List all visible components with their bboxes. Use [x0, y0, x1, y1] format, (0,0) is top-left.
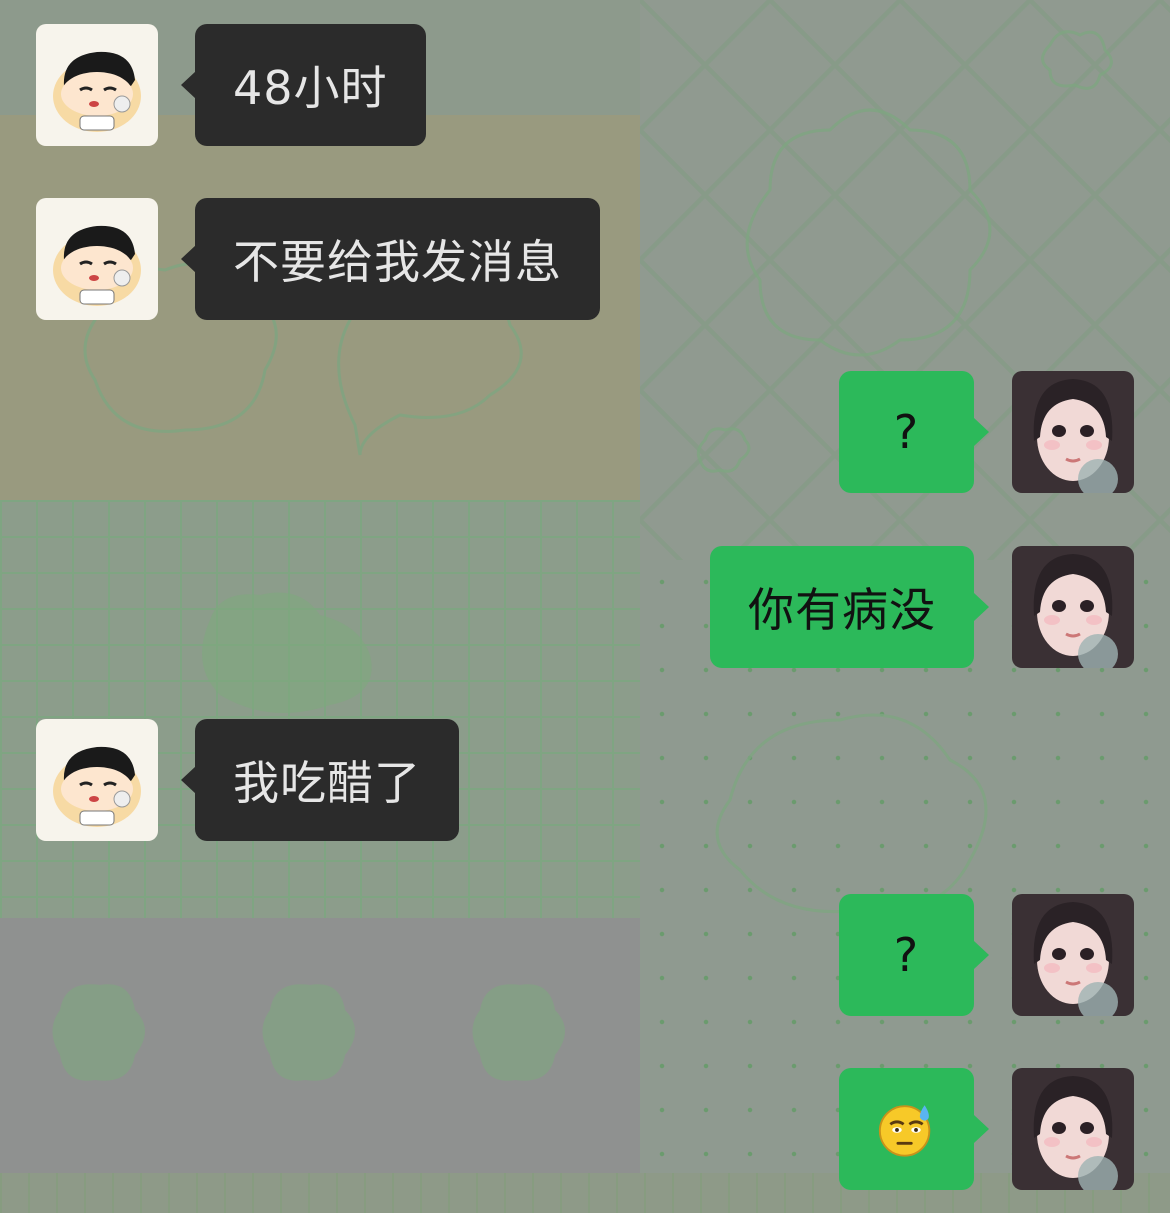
- cartoon-boy-icon: [36, 198, 158, 320]
- message-bubble[interactable]: 48小时: [181, 24, 426, 146]
- message-bubble[interactable]: ?: [839, 894, 989, 1016]
- message-bubble[interactable]: ?: [839, 371, 989, 493]
- self-avatar[interactable]: [1012, 1068, 1134, 1190]
- outgoing-message-row: ?: [0, 894, 1170, 1016]
- incoming-message-row: 我吃醋了: [0, 719, 1170, 841]
- girl-photo-icon: [1012, 371, 1134, 493]
- girl-photo-icon: [1012, 1068, 1134, 1190]
- girl-photo-icon: [1012, 546, 1134, 668]
- message-bubble[interactable]: 你有病没: [710, 546, 989, 668]
- cartoon-boy-icon: [36, 719, 158, 841]
- message-bubble[interactable]: 我吃醋了: [181, 719, 459, 841]
- chat-message-list[interactable]: 48小时 不要给我发消息 ? 你有病没 我吃醋了 ?: [0, 0, 1170, 1213]
- outgoing-message-row: [0, 1068, 1170, 1190]
- self-avatar[interactable]: [1012, 546, 1134, 668]
- incoming-message-row: 48小时: [0, 24, 1170, 146]
- contact-avatar[interactable]: [36, 719, 158, 841]
- girl-photo-icon: [1012, 894, 1134, 1016]
- message-text: ?: [893, 405, 920, 459]
- message-text: 不要给我发消息: [233, 235, 562, 289]
- message-text: 我吃醋了: [233, 756, 421, 810]
- message-text: 你有病没: [748, 583, 936, 637]
- message-bubble[interactable]: [839, 1068, 989, 1190]
- self-avatar[interactable]: [1012, 371, 1134, 493]
- message-text: 48小时: [233, 61, 388, 115]
- contact-avatar[interactable]: [36, 24, 158, 146]
- incoming-message-row: 不要给我发消息: [0, 198, 1170, 320]
- self-avatar[interactable]: [1012, 894, 1134, 1016]
- outgoing-message-row: 你有病没: [0, 546, 1170, 668]
- message-text: ?: [893, 928, 920, 982]
- sweat-face-emoji-icon: [878, 1105, 931, 1157]
- cartoon-boy-icon: [36, 24, 158, 146]
- outgoing-message-row: ?: [0, 371, 1170, 493]
- message-bubble[interactable]: 不要给我发消息: [181, 198, 600, 320]
- contact-avatar[interactable]: [36, 198, 158, 320]
